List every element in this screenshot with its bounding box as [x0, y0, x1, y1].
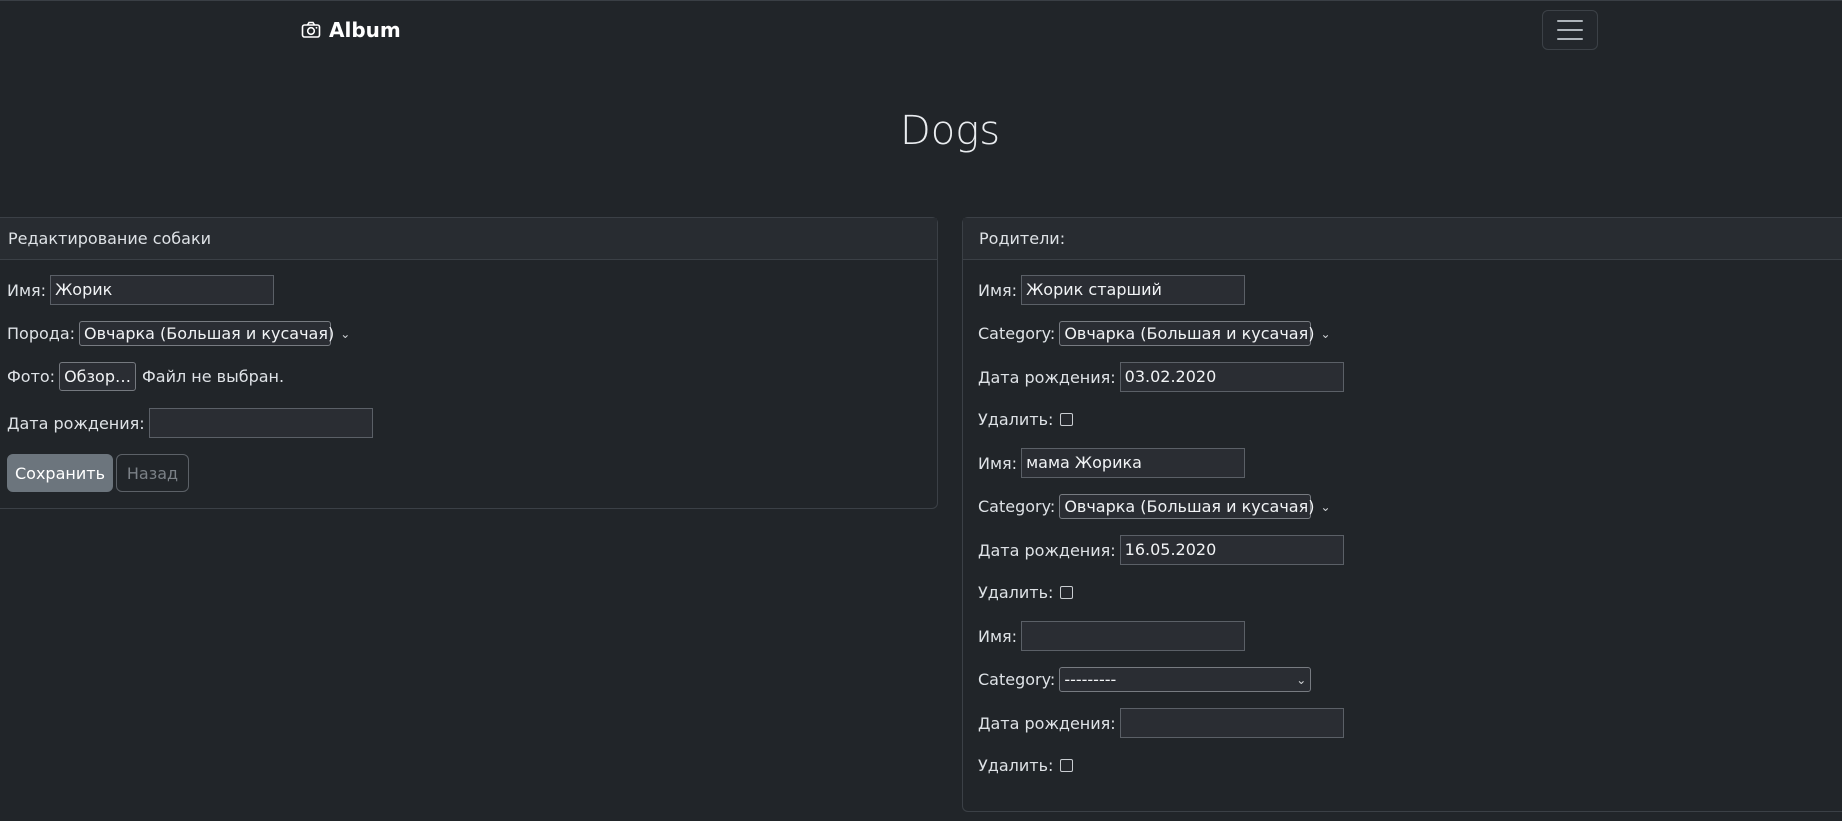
name-row: Имя: Жорик: [7, 275, 275, 305]
parent-birthdate-input[interactable]: 03.02.2020: [1119, 362, 1344, 392]
chevron-down-icon: ⌄: [1320, 499, 1331, 514]
birthdate-input[interactable]: [148, 408, 373, 438]
birthdate-row: Дата рождения:: [7, 408, 373, 438]
parent-category-row: Category: Овчарка (Большая и кусачая) ⌄: [978, 321, 1331, 346]
parent-birthdate-label: Дата рождения:: [978, 713, 1116, 733]
navbar: Album: [0, 0, 1842, 58]
name-label: Имя:: [7, 280, 47, 300]
parent-category-select[interactable]: Овчарка (Большая и кусачая) ⌄: [1059, 321, 1331, 346]
chevron-down-icon: ⌄: [340, 326, 351, 341]
parent-name-row: Имя: Жорик старший: [978, 275, 1246, 305]
parent-delete-checkbox[interactable]: [1060, 759, 1074, 772]
file-status: Файл не выбран.: [141, 367, 285, 386]
birthdate-label: Дата рождения:: [7, 413, 145, 433]
breed-label: Порода:: [7, 324, 76, 343]
parent-delete-row: Удалить:: [978, 410, 1074, 429]
navbar-toggler-button[interactable]: [1542, 10, 1598, 50]
parent-birthdate-input[interactable]: 16.05.2020: [1119, 535, 1344, 565]
name-input[interactable]: Жорик: [50, 275, 275, 305]
parent-delete-label: Удалить:: [978, 756, 1054, 775]
save-button[interactable]: Сохранить: [7, 454, 113, 492]
parent-category-value: ---------: [1064, 670, 1117, 689]
parents-card-header: Родители:: [963, 218, 1842, 260]
parent-birthdate-row: Дата рождения:: [978, 708, 1344, 738]
parent-delete-checkbox[interactable]: [1060, 413, 1074, 426]
parent-delete-label: Удалить:: [978, 410, 1054, 429]
parent-birthdate-row: Дата рождения: 03.02.2020: [978, 362, 1344, 392]
camera-icon: [301, 21, 321, 38]
parent-name-label: Имя:: [978, 626, 1018, 646]
parent-name-input[interactable]: Жорик старший: [1021, 275, 1246, 305]
breed-row: Порода: Овчарка (Большая и кусачая) ⌄: [7, 321, 350, 346]
parent-category-row: Category: Овчарка (Большая и кусачая) ⌄: [978, 494, 1331, 519]
parent-birthdate-label: Дата рождения:: [978, 540, 1116, 560]
chevron-down-icon: ⌄: [1320, 326, 1331, 341]
parent-category-label: Category:: [978, 324, 1056, 343]
parent-name-input[interactable]: мама Жорика: [1021, 448, 1246, 478]
breed-select-value: Овчарка (Большая и кусачая): [84, 324, 335, 343]
parent-category-label: Category:: [978, 670, 1056, 689]
parent-birthdate-label: Дата рождения:: [978, 367, 1116, 387]
parent-category-select[interactable]: Овчарка (Большая и кусачая) ⌄: [1059, 494, 1331, 519]
parent-name-row: Имя: мама Жорика: [978, 448, 1246, 478]
brand-link[interactable]: Album: [301, 18, 401, 42]
parent-delete-row: Удалить:: [978, 583, 1074, 602]
photo-label: Фото:: [7, 367, 56, 386]
parent-name-input[interactable]: [1021, 621, 1246, 651]
breed-select[interactable]: Овчарка (Большая и кусачая) ⌄: [79, 321, 350, 346]
parent-category-label: Category:: [978, 497, 1056, 516]
parent-delete-label: Удалить:: [978, 583, 1054, 602]
photo-row: Фото: Обзор… Файл не выбран.: [7, 362, 284, 391]
parent-category-select[interactable]: --------- ⌄: [1059, 667, 1312, 692]
browse-file-button[interactable]: Обзор…: [59, 362, 136, 391]
parent-category-value: Овчарка (Большая и кусачая): [1064, 497, 1315, 516]
parent-name-label: Имя:: [978, 280, 1018, 300]
chevron-down-icon: ⌄: [1296, 672, 1307, 687]
hamburger-menu-icon: [1557, 20, 1583, 22]
edit-dog-card-header: Редактирование собаки: [0, 218, 937, 260]
back-button[interactable]: Назад: [116, 454, 189, 492]
parent-birthdate-input[interactable]: [1119, 708, 1344, 738]
parent-name-label: Имя:: [978, 453, 1018, 473]
parent-birthdate-row: Дата рождения: 16.05.2020: [978, 535, 1344, 565]
page-title: Dogs: [899, 108, 1001, 154]
parent-delete-checkbox[interactable]: [1060, 586, 1074, 599]
parent-name-row: Имя:: [978, 621, 1246, 651]
parent-category-row: Category: --------- ⌄: [978, 667, 1312, 692]
parent-delete-row: Удалить:: [978, 756, 1074, 775]
brand-label: Album: [329, 18, 401, 42]
parent-category-value: Овчарка (Большая и кусачая): [1064, 324, 1315, 343]
